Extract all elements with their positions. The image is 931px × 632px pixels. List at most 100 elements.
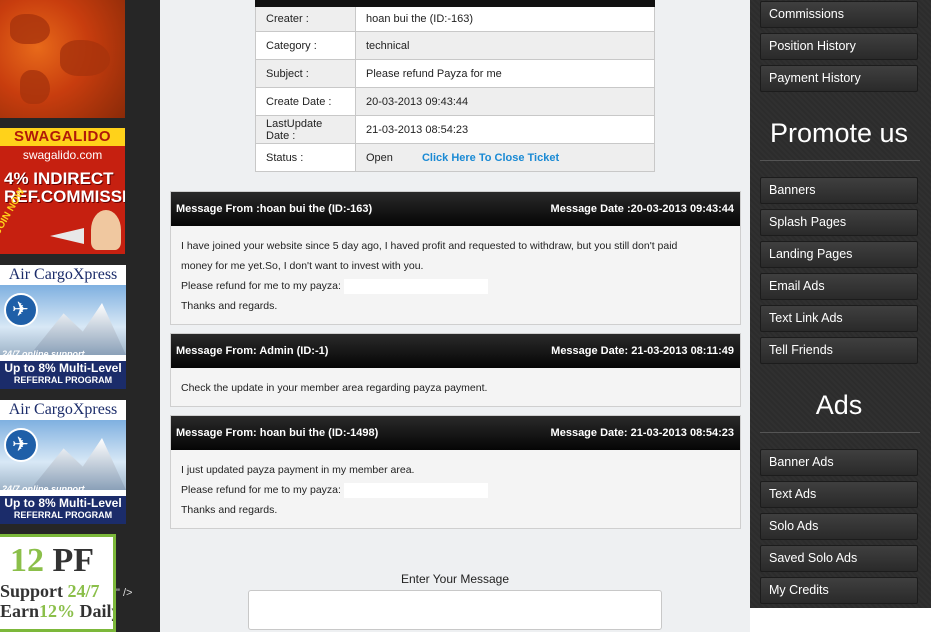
cargo-support: 24/7 online support: [2, 484, 85, 494]
ticket-value: technical: [355, 31, 655, 60]
ticket-value: Please refund Payza for me: [355, 59, 655, 88]
message-line: Thanks and regards.: [181, 300, 278, 312]
message-line: Check the update in your member area reg…: [181, 382, 488, 394]
cargo-footer: Up to 8% Multi-Level REFERRAL PROGRAM: [0, 361, 126, 387]
12pf-earn-daily: Daily: [79, 601, 113, 621]
12pf-banner[interactable]: 12 PF Support 24/7 Earn12% Daily: [0, 534, 116, 632]
swagalido-url: swagalido.com: [22, 148, 103, 162]
message-line: Please refund for me to my payza:: [181, 484, 341, 496]
ticket-row-status: Status : Open Click Here To Close Ticket: [255, 143, 655, 172]
message-line: Please refund for me to my payza:: [181, 280, 341, 292]
cargo-line1: Up to 8% Multi-Level: [4, 361, 122, 375]
divider: [760, 160, 920, 161]
ticket-details-table: Creater : hoan bui the (ID:-163) Categor…: [255, 0, 655, 172]
cargo-title: Air CargoXpress: [8, 266, 118, 283]
message-line: I have joined your website since 5 day a…: [181, 240, 678, 252]
close-ticket-link[interactable]: Click Here To Close Ticket: [422, 152, 559, 164]
message-from: Message From :hoan bui the (ID:-163): [176, 203, 373, 215]
12pf-logo: 12 PF: [10, 543, 94, 579]
12pf-logo-number: 12: [10, 542, 44, 579]
sidebar-item-banners[interactable]: Banners: [760, 177, 918, 204]
message-card: Message From: Admin (ID:-1) Message Date…: [170, 333, 741, 407]
right-sidebar: Commissions Position History Payment His…: [750, 0, 931, 608]
cargo-support: 24/7 online support: [2, 349, 85, 359]
person-image: [91, 210, 121, 250]
divider: [760, 432, 920, 433]
sidebar-item-my-credits[interactable]: My Credits: [760, 577, 918, 604]
cargo-footer: Up to 8% Multi-Level REFERRAL PROGRAM: [0, 496, 126, 522]
megaphone-icon: [50, 228, 84, 244]
sidebar-item-tell-friends[interactable]: Tell Friends: [760, 337, 918, 364]
message-header: Message From: Admin (ID:-1) Message Date…: [171, 334, 740, 368]
message-body: I have joined your website since 5 day a…: [171, 226, 740, 324]
sidebar-item-text-link-ads[interactable]: Text Link Ads: [760, 305, 918, 332]
sidebar-item-email-ads[interactable]: Email Ads: [760, 273, 918, 300]
airplane-icon: [4, 293, 38, 327]
12pf-support-line: Support 24/7: [0, 581, 100, 602]
stray-markup-text: " />: [116, 587, 133, 599]
message-date: Message Date: 21-03-2013 08:11:49: [551, 345, 734, 357]
swagalido-banner[interactable]: SWAGALIDO swagalido.com 4% INDIRECT REF.…: [0, 128, 125, 254]
ticket-label: Subject :: [255, 59, 356, 88]
ticket-row-category: Category : technical: [255, 31, 655, 60]
message-header: Message From :hoan bui the (ID:-163) Mes…: [171, 192, 740, 226]
sidebar-item-banner-ads[interactable]: Banner Ads: [760, 449, 918, 476]
sidebar-item-splash-pages[interactable]: Splash Pages: [760, 209, 918, 236]
ticket-status-value: Open: [366, 151, 393, 164]
cargo-banner-2[interactable]: Air CargoXpress 24/7 online support Up t…: [0, 400, 126, 524]
message-body: I just updated payza payment in my membe…: [171, 450, 740, 528]
sidebar-item-position-history[interactable]: Position History: [760, 33, 918, 60]
ticket-status-cell: Open Click Here To Close Ticket: [355, 143, 655, 172]
message-date: Message Date: 21-03-2013 08:54:23: [550, 427, 734, 439]
cargo-line2: REFERRAL PROGRAM: [13, 375, 113, 385]
ticket-value: 21-03-2013 08:54:23: [355, 115, 655, 144]
12pf-support-hours: 24/7: [67, 581, 100, 601]
message-date: Message Date :20-03-2013 09:43:44: [550, 203, 734, 215]
sidebar-item-payment-history[interactable]: Payment History: [760, 65, 918, 92]
promote-heading: Promote us: [769, 118, 909, 148]
sidebar-item-landing-pages[interactable]: Landing Pages: [760, 241, 918, 268]
message-card: Message From :hoan bui the (ID:-163) Mes…: [170, 191, 741, 325]
message-from: Message From: hoan bui the (ID:-1498): [176, 427, 379, 439]
airplane-icon: [4, 428, 38, 462]
swagalido-title: SWAGALIDO: [0, 128, 125, 146]
ticket-row-subject: Subject : Please refund Payza for me: [255, 59, 655, 88]
ticket-row-creator: Creater : hoan bui the (ID:-163): [255, 3, 655, 32]
message-textarea[interactable]: [248, 590, 662, 630]
12pf-logo-letters: PF: [52, 542, 95, 579]
swagalido-headline-1: 4% INDIRECT: [4, 169, 114, 188]
message-line: Thanks and regards.: [181, 504, 278, 516]
12pf-support-word: Support: [0, 581, 64, 601]
message-header: Message From: hoan bui the (ID:-1498) Me…: [171, 416, 740, 450]
ticket-label: Status :: [255, 143, 356, 172]
cargo-title: Air CargoXpress: [8, 401, 118, 418]
message-line: I just updated payza payment in my membe…: [181, 464, 415, 476]
bottom-strip: [750, 608, 931, 632]
ticket-label: Category :: [255, 31, 356, 60]
ticket-row-create-date: Create Date : 20-03-2013 09:43:44: [255, 87, 655, 116]
sidebar-item-commissions[interactable]: Commissions: [760, 1, 918, 28]
ads-heading: Ads: [815, 390, 863, 420]
message-from: Message From: Admin (ID:-1): [176, 345, 329, 357]
cargo-line1: Up to 8% Multi-Level: [4, 496, 122, 510]
sidebar-item-saved-solo-ads[interactable]: Saved Solo Ads: [760, 545, 918, 572]
sidebar-item-text-ads[interactable]: Text Ads: [760, 481, 918, 508]
cargo-banner-1[interactable]: Air CargoXpress 24/7 online support Up t…: [0, 265, 126, 389]
message-line-payza: Please refund for me to my payza:: [181, 276, 730, 296]
ticket-value: hoan bui the (ID:-163): [355, 3, 655, 32]
enter-message-label: Enter Your Message: [400, 572, 510, 586]
ticket-label: LastUpdate Date :: [255, 115, 356, 144]
cargo-line2: REFERRAL PROGRAM: [13, 510, 113, 520]
message-body: Check the update in your member area reg…: [171, 368, 740, 406]
left-ad-column: SWAGALIDO swagalido.com 4% INDIRECT REF.…: [0, 0, 160, 632]
message-line-payza: Please refund for me to my payza:: [181, 480, 730, 500]
12pf-earn-word: Earn: [0, 601, 40, 621]
message-line: money for me yet.So, I don't want to inv…: [181, 260, 424, 272]
redacted-field: [343, 278, 488, 294]
world-map-banner[interactable]: [0, 0, 125, 118]
ticket-main: Creater : hoan bui the (ID:-163) Categor…: [160, 0, 750, 632]
ticket-label: Creater :: [255, 3, 356, 32]
ticket-label: Create Date :: [255, 87, 356, 116]
sidebar-item-solo-ads[interactable]: Solo Ads: [760, 513, 918, 540]
message-card: Message From: hoan bui the (ID:-1498) Me…: [170, 415, 741, 529]
